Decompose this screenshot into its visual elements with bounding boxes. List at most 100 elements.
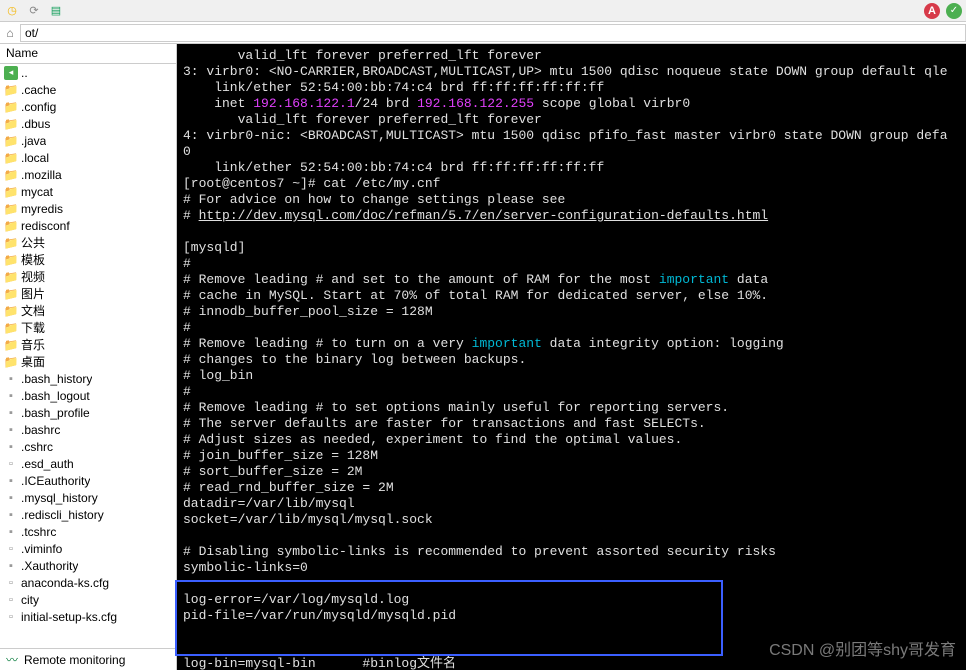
hidden-icon: ▪ bbox=[4, 559, 18, 573]
folder-icon: 📁 bbox=[4, 355, 18, 369]
folder-icon: 📁 bbox=[4, 168, 18, 182]
file-label: city bbox=[21, 593, 39, 607]
up-icon: ◂ bbox=[4, 66, 18, 80]
hidden-icon: ▪ bbox=[4, 406, 18, 420]
file-label: 桌面 bbox=[21, 353, 45, 370]
file-label: 下载 bbox=[21, 319, 45, 336]
file-row[interactable]: ▪.mysql_history bbox=[0, 489, 176, 506]
folder-icon: 📁 bbox=[4, 270, 18, 284]
file-label: 模板 bbox=[21, 251, 45, 268]
file-row[interactable]: ◂.. bbox=[0, 64, 176, 81]
badge-a-icon[interactable]: A bbox=[924, 3, 940, 19]
file-icon: ▫ bbox=[4, 610, 18, 624]
file-row[interactable]: 📁模板 bbox=[0, 251, 176, 268]
check-icon[interactable]: ✓ bbox=[946, 3, 962, 19]
file-row[interactable]: 📁.cache bbox=[0, 81, 176, 98]
path-input[interactable] bbox=[20, 24, 966, 42]
file-row[interactable]: ▫initial-setup-ks.cfg bbox=[0, 608, 176, 625]
file-label: .java bbox=[21, 134, 46, 148]
hidden-icon: ▪ bbox=[4, 491, 18, 505]
file-label: .cshrc bbox=[21, 440, 53, 454]
folder-icon: 📁 bbox=[4, 202, 18, 216]
folder-icon: 📁 bbox=[4, 134, 18, 148]
file-label: redisconf bbox=[21, 219, 70, 233]
file-row[interactable]: 📁.java bbox=[0, 132, 176, 149]
file-label: myredis bbox=[21, 202, 63, 216]
refresh-icon[interactable]: ⟳ bbox=[26, 3, 42, 19]
file-row[interactable]: 📁myredis bbox=[0, 200, 176, 217]
column-header-name[interactable]: Name bbox=[0, 44, 176, 64]
file-label: mycat bbox=[21, 185, 53, 199]
hidden-icon: ▪ bbox=[4, 508, 18, 522]
terminal-output[interactable]: valid_lft forever preferred_lft forever3… bbox=[177, 44, 966, 670]
file-row[interactable]: 📁.dbus bbox=[0, 115, 176, 132]
file-label: .mozilla bbox=[21, 168, 62, 182]
hidden-icon: ▪ bbox=[4, 372, 18, 386]
file-row[interactable]: 📁视频 bbox=[0, 268, 176, 285]
file-label: .config bbox=[21, 100, 56, 114]
file-label: .bash_profile bbox=[21, 406, 90, 420]
file-label: anaconda-ks.cfg bbox=[21, 576, 109, 590]
file-row[interactable]: 📁.config bbox=[0, 98, 176, 115]
file-row[interactable]: 📁图片 bbox=[0, 285, 176, 302]
file-row[interactable]: 📁mycat bbox=[0, 183, 176, 200]
file-row[interactable]: ▪.bash_logout bbox=[0, 387, 176, 404]
file-row[interactable]: ▪.bash_profile bbox=[0, 404, 176, 421]
file-list[interactable]: ◂..📁.cache📁.config📁.dbus📁.java📁.local📁.m… bbox=[0, 64, 176, 648]
file-row[interactable]: ▪.rediscli_history bbox=[0, 506, 176, 523]
file-row[interactable]: ▪.bash_history bbox=[0, 370, 176, 387]
file-label: .bash_logout bbox=[21, 389, 90, 403]
file-label: .mysql_history bbox=[21, 491, 98, 505]
status-bar: 〰 Remote monitoring bbox=[0, 648, 176, 670]
file-label: .viminfo bbox=[21, 542, 62, 556]
file-row[interactable]: ▫city bbox=[0, 591, 176, 608]
file-label: .bashrc bbox=[21, 423, 60, 437]
file-label: .tcshrc bbox=[21, 525, 56, 539]
file-label: .rediscli_history bbox=[21, 508, 104, 522]
file-row[interactable]: 📁.local bbox=[0, 149, 176, 166]
file-icon: ▫ bbox=[4, 542, 18, 556]
file-label: .. bbox=[21, 66, 28, 80]
file-row[interactable]: ▫anaconda-ks.cfg bbox=[0, 574, 176, 591]
file-row[interactable]: 📁桌面 bbox=[0, 353, 176, 370]
file-icon: ▫ bbox=[4, 457, 18, 471]
file-label: initial-setup-ks.cfg bbox=[21, 610, 117, 624]
file-row[interactable]: ▪.bashrc bbox=[0, 421, 176, 438]
path-bar: ⌂ bbox=[0, 22, 966, 44]
file-row[interactable]: ▪.cshrc bbox=[0, 438, 176, 455]
top-toolbar: ◷ ⟳ ▤ A ✓ bbox=[0, 0, 966, 22]
file-row[interactable]: 📁音乐 bbox=[0, 336, 176, 353]
file-row[interactable]: ▪.tcshrc bbox=[0, 523, 176, 540]
file-row[interactable]: ▪.Xauthority bbox=[0, 557, 176, 574]
hidden-icon: ▪ bbox=[4, 423, 18, 437]
location-icon: ⌂ bbox=[0, 26, 20, 40]
folder-icon: 📁 bbox=[4, 321, 18, 335]
file-row[interactable]: 📁下载 bbox=[0, 319, 176, 336]
hidden-icon: ▪ bbox=[4, 525, 18, 539]
folder-icon: 📁 bbox=[4, 253, 18, 267]
file-label: .dbus bbox=[21, 117, 50, 131]
file-row[interactable]: ▫.esd_auth bbox=[0, 455, 176, 472]
file-row[interactable]: ▪.ICEauthority bbox=[0, 472, 176, 489]
folder-icon: 📁 bbox=[4, 304, 18, 318]
file-label: .cache bbox=[21, 83, 56, 97]
folder-icon: 📁 bbox=[4, 117, 18, 131]
folder-sel-icon: 📁 bbox=[4, 185, 18, 199]
file-row[interactable]: 📁公共 bbox=[0, 234, 176, 251]
file-label: 公共 bbox=[21, 234, 45, 251]
history-icon[interactable]: ◷ bbox=[4, 3, 20, 19]
folder-icon: 📁 bbox=[4, 219, 18, 233]
palette-icon[interactable]: ▤ bbox=[48, 3, 64, 19]
file-row[interactable]: 📁.mozilla bbox=[0, 166, 176, 183]
hidden-icon: ▪ bbox=[4, 440, 18, 454]
file-icon: ▫ bbox=[4, 593, 18, 607]
folder-icon: 📁 bbox=[4, 287, 18, 301]
file-row[interactable]: 📁文档 bbox=[0, 302, 176, 319]
hidden-icon: ▪ bbox=[4, 389, 18, 403]
file-label: .local bbox=[21, 151, 49, 165]
file-label: 音乐 bbox=[21, 336, 45, 353]
file-label: .bash_history bbox=[21, 372, 92, 386]
file-row[interactable]: ▫.viminfo bbox=[0, 540, 176, 557]
file-row[interactable]: 📁redisconf bbox=[0, 217, 176, 234]
status-text: Remote monitoring bbox=[24, 653, 125, 667]
